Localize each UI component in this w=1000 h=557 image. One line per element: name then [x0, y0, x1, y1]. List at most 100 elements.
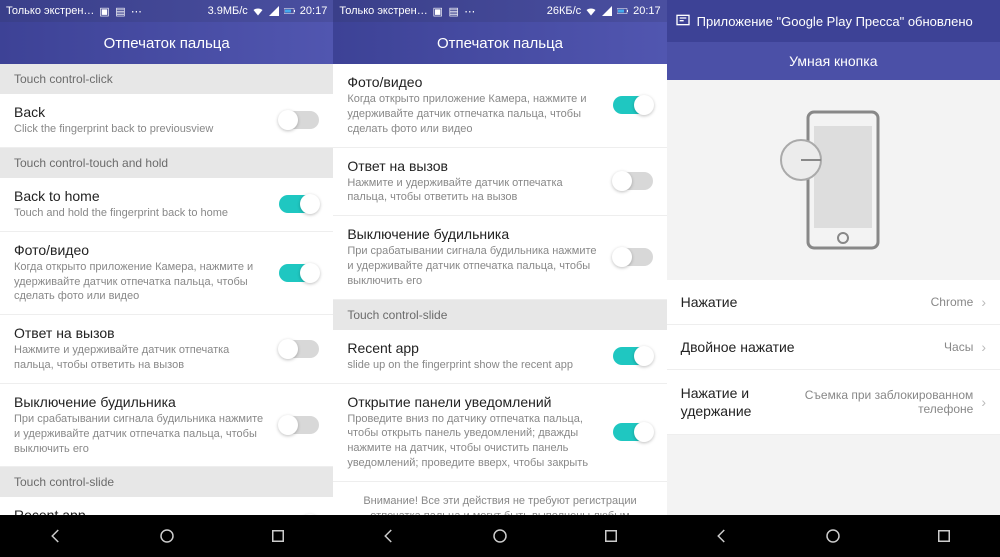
nav-bar	[333, 515, 666, 557]
item-title: Фото/видео	[14, 242, 269, 258]
section-slide: Touch control-slide	[333, 300, 666, 330]
status-time: 20:17	[300, 5, 328, 17]
nav-back-icon[interactable]	[45, 525, 67, 547]
item-desc: Когда открыто приложение Камера, нажмите…	[14, 260, 269, 305]
item-desc: slide up on the fingerprint show the rec…	[347, 358, 602, 373]
settings-list[interactable]: Нажатие Chrome › Двойное нажатие Часы › …	[667, 280, 1000, 515]
illustration	[667, 80, 1000, 280]
status-time: 20:17	[633, 5, 661, 17]
toggle-answer-call[interactable]	[279, 340, 319, 358]
page-title: Умная кнопка	[667, 42, 1000, 80]
hint-text: Внимание! Все эти действия не требуют ре…	[333, 482, 666, 515]
nav-home-icon[interactable]	[489, 525, 511, 547]
chevron-right-icon: ›	[981, 394, 986, 410]
nav-recent-icon[interactable]	[267, 525, 289, 547]
item-title: Recent app	[347, 340, 602, 356]
toggle-answer-call[interactable]	[613, 172, 653, 190]
item-title: Ответ на вызов	[347, 158, 602, 174]
section-hold: Touch control-touch and hold	[0, 148, 333, 178]
status-carrier: Только экстрен…	[6, 5, 94, 17]
nav-recent-icon[interactable]	[600, 525, 622, 547]
signal-icon	[268, 5, 280, 17]
toggle-back[interactable]	[279, 111, 319, 129]
item-title: Back	[14, 104, 269, 120]
battery-icon	[617, 5, 629, 17]
screen-1: Только экстрен… ▣ ▤ ⋯ 3.9МБ/с 20:17 Отпе…	[0, 0, 333, 557]
picture-icon: ▣	[98, 5, 110, 17]
item-title: Открытие панели уведомлений	[347, 394, 602, 410]
item-title: Выключение будильника	[14, 394, 269, 410]
chevron-right-icon: ›	[981, 294, 986, 310]
sim-icon: ▤	[448, 5, 460, 17]
status-speed: 26КБ/с	[547, 5, 581, 17]
signal-icon	[601, 5, 613, 17]
screen-3: Приложение "Google Play Пресса" обновлен…	[667, 0, 1000, 557]
phone-illustration-icon	[773, 100, 893, 260]
nav-recent-icon[interactable]	[933, 525, 955, 547]
nav-bar	[667, 515, 1000, 557]
item-title: Фото/видео	[347, 74, 602, 90]
section-slide: Touch control-slide	[0, 467, 333, 497]
page-title: Отпечаток пальца	[0, 22, 333, 64]
item-back-home[interactable]: Back to home Touch and hold the fingerpr…	[0, 178, 333, 232]
settings-list[interactable]: Фото/видео Когда открыто приложение Каме…	[333, 64, 666, 515]
item-desc: Touch and hold the fingerprint back to h…	[14, 206, 269, 221]
toggle-back-home[interactable]	[279, 195, 319, 213]
item-double-press[interactable]: Двойное нажатие Часы ›	[667, 325, 1000, 370]
section-click: Touch control-click	[0, 64, 333, 94]
item-title: Ответ на вызов	[14, 325, 269, 341]
item-title: Recent app	[14, 507, 269, 515]
nav-home-icon[interactable]	[822, 525, 844, 547]
settings-list[interactable]: Touch control-click Back Click the finge…	[0, 64, 333, 515]
toggle-alarm-off[interactable]	[279, 416, 319, 434]
item-value: Съемка при заблокированном телефоне	[759, 388, 973, 416]
battery-icon	[284, 5, 296, 17]
item-desc: Нажмите и удерживайте датчик отпечатка п…	[14, 343, 269, 373]
sim-icon: ▤	[114, 5, 126, 17]
item-photo-video[interactable]: Фото/видео Когда открыто приложение Каме…	[0, 232, 333, 316]
nav-home-icon[interactable]	[156, 525, 178, 547]
item-photo-video[interactable]: Фото/видео Когда открыто приложение Каме…	[333, 64, 666, 148]
item-value: Chrome	[931, 295, 974, 309]
item-alarm-off[interactable]: Выключение будильника При срабатывании с…	[0, 384, 333, 468]
item-answer-call[interactable]: Ответ на вызов Нажмите и удерживайте дат…	[333, 148, 666, 217]
item-desc: Проведите вниз по датчику отпечатка паль…	[347, 412, 602, 471]
item-value: Часы	[944, 340, 973, 354]
item-desc: При срабатывании сигнала будильника нажм…	[347, 244, 602, 289]
chevron-right-icon: ›	[981, 339, 986, 355]
item-recent-app[interactable]: Recent app slide up on the fingerprint s…	[333, 330, 666, 384]
more-icon: ⋯	[464, 5, 476, 17]
wifi-icon	[585, 5, 597, 17]
nav-back-icon[interactable]	[378, 525, 400, 547]
item-label: Двойное нажатие	[681, 339, 936, 355]
item-title: Back to home	[14, 188, 269, 204]
item-recent-app[interactable]: Recent app slide up on the fingerprint s…	[0, 497, 333, 515]
item-desc: Нажмите и удерживайте датчик отпечатка п…	[347, 176, 602, 206]
item-label: Нажатие и удержание	[681, 384, 752, 420]
nav-bar	[0, 515, 333, 557]
item-notif-panel[interactable]: Открытие панели уведомлений Проведите вн…	[333, 384, 666, 482]
item-desc: Click the fingerprint back to previousvi…	[14, 122, 269, 137]
item-alarm-off[interactable]: Выключение будильника При срабатывании с…	[333, 216, 666, 300]
status-bar: Только экстрен… ▣ ▤ ⋯ 3.9МБ/с 20:17	[0, 0, 333, 22]
page-title: Отпечаток пальца	[333, 22, 666, 64]
notification-text: Приложение "Google Play Пресса" обновлен…	[697, 14, 973, 29]
toggle-alarm-off[interactable]	[613, 248, 653, 266]
toggle-photo-video[interactable]	[613, 96, 653, 114]
item-desc: Когда открыто приложение Камера, нажмите…	[347, 92, 602, 137]
screen-2: Только экстрен… ▣ ▤ ⋯ 26КБ/с 20:17 Отпеч…	[333, 0, 666, 557]
item-label: Нажатие	[681, 294, 923, 310]
news-icon	[675, 12, 691, 31]
picture-icon: ▣	[432, 5, 444, 17]
nav-back-icon[interactable]	[711, 525, 733, 547]
status-bar: Только экстрен… ▣ ▤ ⋯ 26КБ/с 20:17	[333, 0, 666, 22]
notification-bar[interactable]: Приложение "Google Play Пресса" обновлен…	[667, 0, 1000, 42]
item-press-hold[interactable]: Нажатие и удержание Съемка при заблокиро…	[667, 370, 1000, 435]
toggle-photo-video[interactable]	[279, 264, 319, 282]
toggle-notif-panel[interactable]	[613, 423, 653, 441]
status-carrier: Только экстрен…	[339, 5, 427, 17]
item-press[interactable]: Нажатие Chrome ›	[667, 280, 1000, 325]
toggle-recent-app[interactable]	[613, 347, 653, 365]
item-answer-call[interactable]: Ответ на вызов Нажмите и удерживайте дат…	[0, 315, 333, 384]
item-back[interactable]: Back Click the fingerprint back to previ…	[0, 94, 333, 148]
